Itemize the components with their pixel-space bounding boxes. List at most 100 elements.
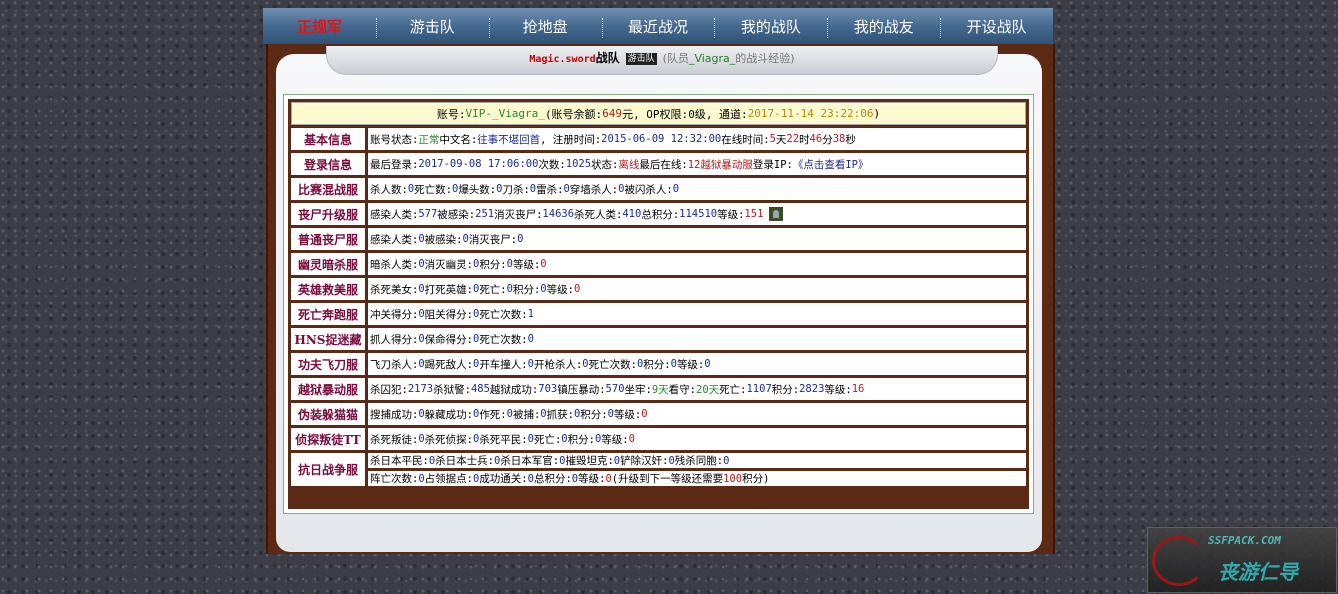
stat-value: 0: [527, 333, 534, 345]
stat-label: 杀日本军官:: [500, 455, 560, 467]
stat-label: 积分:: [512, 283, 541, 296]
account-label: 账号:: [436, 107, 466, 121]
stat-label: 阵亡次数:: [370, 473, 419, 485]
last-server-label: 最后在线:: [639, 158, 688, 171]
row-label: 伪装躲猫猫: [291, 403, 365, 425]
stat-value: 0: [641, 408, 648, 420]
stat-value: 114510: [679, 208, 718, 220]
nav-my-comrades[interactable]: 我的战友: [827, 16, 940, 38]
stat-value: 1: [527, 308, 534, 320]
balance-label: (账号余额:: [544, 107, 603, 121]
stat-label: 抓获:: [546, 408, 574, 421]
war-values: 杀日本平民: 0 杀日本士兵: 0 杀日本军官: 0 摧毁坦克: 0 铲除汉奸:…: [368, 453, 1026, 486]
level-avatar-icon: [769, 207, 784, 221]
nav-my-team[interactable]: 我的战队: [714, 16, 827, 38]
stat-label: 消灭丧尸:: [468, 233, 518, 246]
stat-label: 暗杀人类:: [370, 258, 419, 271]
stat-label: 杀死侦探:: [424, 433, 473, 446]
title-desc-prefix: (队员: [662, 52, 689, 65]
balance-value: 649: [602, 107, 623, 120]
stat-label: 等级:: [676, 358, 705, 371]
row-label: 比赛混战服: [291, 178, 365, 200]
row-label: 丧尸升级服: [291, 203, 365, 225]
stat-label: 杀死美女:: [370, 283, 419, 296]
stat-label: 死亡:: [533, 433, 562, 446]
channel-label: , 通道:: [705, 107, 748, 121]
login-state: 离线: [618, 158, 640, 171]
stat-label: 消灭丧尸:: [494, 208, 543, 221]
stat-value: 0: [628, 433, 635, 445]
row-value: 杀囚犯: 2173 杀狱警: 485 越狱成功: 703 镇压暴动: 570 坐…: [368, 378, 1026, 400]
team-name[interactable]: Magic.sword: [529, 54, 595, 65]
online-minutes-unit: 分: [822, 133, 833, 146]
nav-guerrilla[interactable]: 游击队: [375, 16, 489, 38]
stat-value: 20天: [696, 383, 720, 396]
stat-label: 被感染:: [437, 208, 476, 221]
stat-label: 死亡:: [479, 283, 507, 296]
login-info-row: 登录信息 最后登录: 2017-09-08 17:06:00 次数: 1025 …: [291, 153, 1026, 175]
nav-recent-battles[interactable]: 最近战况: [601, 16, 715, 38]
state-label: 状态:: [591, 158, 619, 171]
stat-label: 杀人数:: [370, 183, 408, 196]
row-value: 杀死叛徒: 0 杀死侦探: 0 杀死平民: 0 死亡: 0 积分: 0 等级: …: [368, 428, 1026, 450]
stat-label: 等级:: [717, 208, 745, 221]
online-seconds: 38: [832, 133, 846, 145]
server-row: 越狱暴动服 杀囚犯: 2173 杀狱警: 485 越狱成功: 703 镇压暴动: …: [291, 378, 1026, 400]
nav-create-team[interactable]: 开设战队: [940, 16, 1053, 38]
server-row: 功夫飞刀服 飞刀杀人: 0 踢死敌人: 0 开车撞人: 0 开枪杀人: 0 死亡次…: [291, 353, 1026, 375]
stat-value: 14636: [542, 208, 575, 220]
stat-label: 越狱成功:: [489, 383, 539, 396]
stat-label: 飞刀杀人:: [370, 358, 419, 371]
stat-label: 等级:: [613, 408, 642, 421]
stat-value: 410: [622, 208, 642, 220]
row-label: 抗日战争服: [291, 453, 365, 486]
stat-label: 占领据点:: [424, 473, 473, 485]
stat-label: 感染人类:: [370, 208, 419, 221]
title-desc-suffix: 的战斗经验): [735, 52, 795, 65]
stat-value: 577: [418, 208, 438, 220]
stat-label: 搜捕成功:: [370, 408, 419, 421]
last-login-label: 最后登录:: [370, 158, 419, 171]
row-label: 英雄救美服: [291, 278, 365, 300]
stat-value: 0: [704, 358, 711, 370]
stat-label: 等级:: [578, 473, 606, 485]
stats-table: 账号: VIP-_Viagra_ (账号余额: 649 元, OP权限: 0级, 通…: [288, 99, 1029, 509]
reg-time: 2015-06-09 12:32:00: [601, 133, 722, 145]
row-label: 侦探叛徒TT: [291, 428, 365, 450]
stat-label: 雷杀:: [536, 183, 564, 196]
stat-label: 冲关得分:: [370, 308, 419, 321]
stat-label: 被闪杀人:: [624, 183, 673, 196]
login-count: 1025: [565, 158, 592, 170]
stat-label: 等级:: [601, 433, 629, 446]
row-value: 感染人类: 577 被感染: 251 消灭丧尸: 14636 杀死人类: 410…: [368, 203, 1026, 225]
row-label: 越狱暴动服: [291, 378, 365, 400]
cn-label: 中文名:: [439, 133, 478, 146]
guerrilla-badge-icon: 游击队: [625, 53, 657, 65]
nav-regular-army[interactable]: 正规军: [263, 16, 376, 37]
stat-label: 残杀同胞:: [674, 455, 724, 467]
row-value: 杀人数: 0 死亡数: 0 爆头数: 0 刀杀: 0 雷杀: 0 穿墙杀人: 0…: [368, 178, 1026, 200]
stat-value: 151: [744, 208, 764, 220]
stat-value: 2173: [407, 383, 434, 395]
stat-label: 穿墙杀人:: [569, 183, 619, 196]
stat-value: 16: [851, 383, 865, 395]
server-row: 伪装躲猫猫 搜捕成功: 0 躲藏成功: 0 作死: 0 被捕: 0 抓获: 0 积…: [291, 403, 1026, 425]
nav-territory[interactable]: 抢地盘: [488, 16, 602, 38]
server-row: 英雄救美服 杀死美女: 0 打死英雄: 0 死亡: 0 积分: 0 等级: 0: [291, 278, 1026, 300]
stat-label: 被感染:: [424, 233, 463, 246]
stat-label: 等级:: [824, 383, 852, 396]
stat-label: 总积分:: [533, 473, 572, 485]
page-title: Magic.sword战队 游击队 (队员_Viagra_的战斗经验): [326, 46, 998, 75]
stat-label: 杀死人类:: [574, 208, 623, 221]
stat-label: 积分): [742, 473, 770, 485]
cn-name: 往事不堪回首: [477, 133, 541, 146]
stat-label: 阻关得分:: [424, 308, 473, 321]
balance-unit: 元: [622, 107, 634, 121]
team-suffix: 战队: [595, 51, 620, 65]
account-close: ): [873, 107, 881, 120]
view-ip-link[interactable]: 《点击查看IP》: [793, 157, 869, 172]
row-value: 杀死美女: 0 打死英雄: 0 死亡: 0 积分: 0 等级: 0: [368, 278, 1026, 300]
op-value: 0级: [688, 107, 706, 121]
stat-label: 积分:: [567, 433, 595, 446]
basic-info-row: 基本信息 账号状态: 正常 中文名: 往事不堪回首, 注册时间: 2015-06…: [291, 128, 1026, 150]
